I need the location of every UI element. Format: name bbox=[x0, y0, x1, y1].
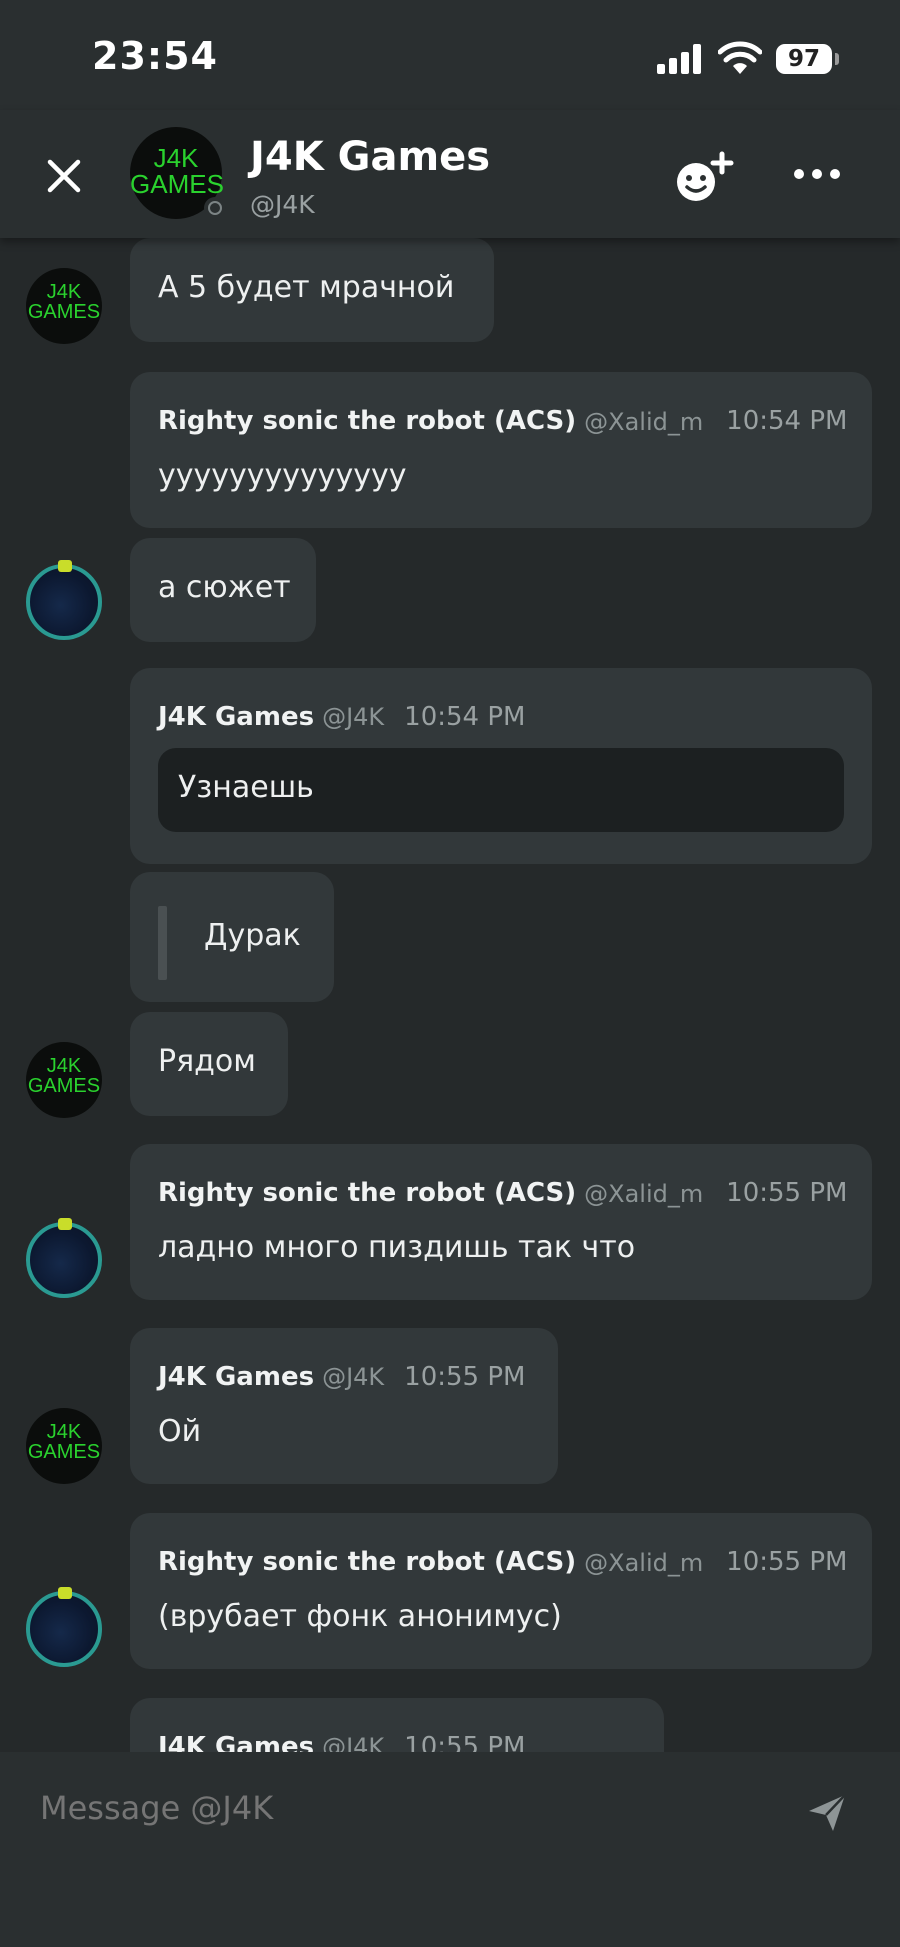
close-icon[interactable] bbox=[40, 152, 88, 200]
message-author[interactable]: J4K Games bbox=[158, 702, 314, 732]
avatar[interactable]: J4K GAMES bbox=[26, 1408, 102, 1484]
message-bubble[interactable]: J4K Games @J4K 10:55 PM bbox=[130, 1698, 664, 1752]
message-meta: Righty sonic the robot (ACS) @Xalid_m 10:5… bbox=[158, 406, 847, 436]
message-time: 10:54 PM bbox=[404, 702, 526, 732]
status-time: 23:54 bbox=[92, 34, 218, 78]
message-text: ладно много пиздишь так что bbox=[158, 1230, 636, 1265]
avatar[interactable]: J4K GAMES bbox=[26, 268, 102, 344]
message-handle: @Xalid_m bbox=[584, 1549, 704, 1577]
message-author[interactable]: Righty sonic the robot (ACS) bbox=[158, 406, 576, 436]
message-text: Рядом bbox=[158, 1044, 256, 1079]
blockquote-bar bbox=[158, 906, 167, 980]
j4k-logo: J4K GAMES bbox=[130, 143, 224, 199]
header-title[interactable]: J4K Games bbox=[250, 134, 490, 180]
message-composer bbox=[0, 1752, 900, 1947]
avatar-badge-icon bbox=[58, 1218, 72, 1230]
message-time: 10:55 PM bbox=[404, 1732, 526, 1752]
header-handle: @J4K bbox=[250, 190, 315, 219]
offline-status-icon bbox=[204, 197, 226, 219]
message-input[interactable] bbox=[38, 1788, 742, 1828]
message-handle: @J4K bbox=[322, 703, 385, 731]
header-avatar[interactable]: J4K GAMES bbox=[130, 127, 226, 219]
avatar[interactable] bbox=[26, 1218, 102, 1298]
message-author[interactable]: J4K Games bbox=[158, 1732, 314, 1752]
avatar[interactable] bbox=[26, 560, 102, 640]
message-meta: Righty sonic the robot (ACS) @Xalid_m 10:5… bbox=[158, 1178, 847, 1208]
message-time: 10:55 PM bbox=[726, 1178, 848, 1208]
j4k-logo: J4K GAMES bbox=[27, 1055, 101, 1097]
message-bubble[interactable]: Righty sonic the robot (ACS) @Xalid_m 10:5… bbox=[130, 1513, 872, 1669]
message-text: Дурак bbox=[204, 918, 301, 953]
message-bubble[interactable]: Дурак bbox=[130, 872, 334, 1002]
message-list[interactable]: J4K GAMES А 5 будет мрачной Righty sonic … bbox=[0, 238, 900, 1752]
message-meta: J4K Games @J4K 10:55 PM bbox=[158, 1732, 525, 1752]
message-meta: J4K Games @J4K 10:55 PM bbox=[158, 1362, 525, 1392]
message-author[interactable]: Righty sonic the robot (ACS) bbox=[158, 1178, 576, 1208]
avatar-badge-icon bbox=[58, 560, 72, 572]
status-bar: 23:54 97 bbox=[0, 0, 900, 110]
message-text: Ой bbox=[158, 1414, 202, 1449]
message-bubble[interactable]: Рядом bbox=[130, 1012, 288, 1116]
message-meta: J4K Games @J4K 10:54 PM bbox=[158, 702, 525, 732]
message-bubble[interactable]: J4K Games @J4K 10:54 PM Узнаешь bbox=[130, 668, 872, 864]
j4k-logo: J4K GAMES bbox=[27, 281, 101, 323]
more-options-icon[interactable] bbox=[792, 162, 842, 186]
wifi-icon bbox=[718, 41, 762, 74]
message-text: (врубает фонк анонимус) bbox=[158, 1599, 562, 1634]
message-handle: @Xalid_m bbox=[584, 408, 704, 436]
message-author[interactable]: Righty sonic the robot (ACS) bbox=[158, 1547, 576, 1577]
message-text: Узнаешь bbox=[178, 770, 314, 805]
message-text: а сюжет bbox=[158, 570, 291, 605]
message-handle: @Xalid_m bbox=[584, 1180, 704, 1208]
battery-level: 97 bbox=[776, 44, 832, 74]
chat-header: J4K GAMES J4K Games @J4K bbox=[0, 110, 900, 238]
cellular-signal-icon bbox=[657, 44, 705, 74]
message-bubble[interactable]: А 5 будет мрачной bbox=[130, 238, 494, 342]
avatar[interactable]: J4K GAMES bbox=[26, 1042, 102, 1118]
message-time: 10:54 PM bbox=[726, 406, 848, 436]
send-icon[interactable] bbox=[806, 1792, 848, 1834]
message-handle: @J4K bbox=[322, 1733, 385, 1752]
message-bubble[interactable]: Righty sonic the robot (ACS) @Xalid_m 10:5… bbox=[130, 372, 872, 528]
message-bubble[interactable]: J4K Games @J4K 10:55 PM Ой bbox=[130, 1328, 558, 1484]
message-bubble[interactable]: Righty sonic the robot (ACS) @Xalid_m 10:5… bbox=[130, 1144, 872, 1300]
message-meta: Righty sonic the robot (ACS) @Xalid_m 10:5… bbox=[158, 1547, 847, 1577]
message-text: уууууууууууууу bbox=[158, 458, 407, 493]
message-bubble[interactable]: а сюжет bbox=[130, 538, 316, 642]
battery-tip bbox=[835, 53, 839, 65]
message-text: А 5 будет мрачной bbox=[158, 270, 455, 305]
add-friend-icon[interactable] bbox=[672, 150, 734, 206]
message-time: 10:55 PM bbox=[726, 1547, 848, 1577]
avatar[interactable] bbox=[26, 1587, 102, 1667]
avatar-badge-icon bbox=[58, 1587, 72, 1599]
j4k-logo: J4K GAMES bbox=[27, 1421, 101, 1463]
message-handle: @J4K bbox=[322, 1363, 385, 1391]
message-time: 10:55 PM bbox=[404, 1362, 526, 1392]
message-highlight-block: Узнаешь bbox=[158, 748, 844, 832]
message-author[interactable]: J4K Games bbox=[158, 1362, 314, 1392]
